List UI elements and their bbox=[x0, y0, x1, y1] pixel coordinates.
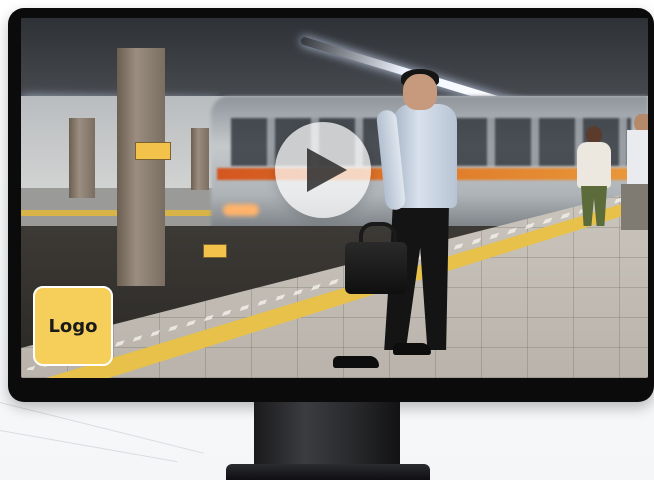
monitor: Logo bbox=[8, 8, 654, 402]
station-sign bbox=[203, 244, 227, 258]
man-shoe bbox=[393, 343, 431, 355]
play-icon bbox=[307, 148, 347, 192]
station-ceiling bbox=[21, 18, 648, 108]
stage: Logo bbox=[0, 0, 654, 480]
monitor-stand-base bbox=[226, 464, 430, 480]
passenger-legs bbox=[621, 184, 648, 230]
woman-body bbox=[577, 142, 611, 188]
pillar bbox=[117, 48, 165, 286]
briefcase bbox=[345, 242, 407, 294]
background-line bbox=[0, 430, 178, 463]
station-sign bbox=[135, 142, 171, 160]
logo-badge: Logo bbox=[33, 286, 113, 366]
pillar bbox=[191, 128, 209, 190]
passenger-body bbox=[627, 130, 648, 186]
monitor-stand bbox=[254, 402, 400, 468]
man-shoe bbox=[333, 356, 379, 368]
play-button[interactable] bbox=[275, 122, 371, 218]
train-headlight bbox=[223, 204, 259, 216]
pillar bbox=[69, 118, 95, 198]
background-line bbox=[0, 402, 204, 454]
man-head bbox=[403, 74, 437, 110]
logo-text: Logo bbox=[48, 315, 98, 337]
video-player[interactable]: Logo bbox=[21, 18, 648, 378]
